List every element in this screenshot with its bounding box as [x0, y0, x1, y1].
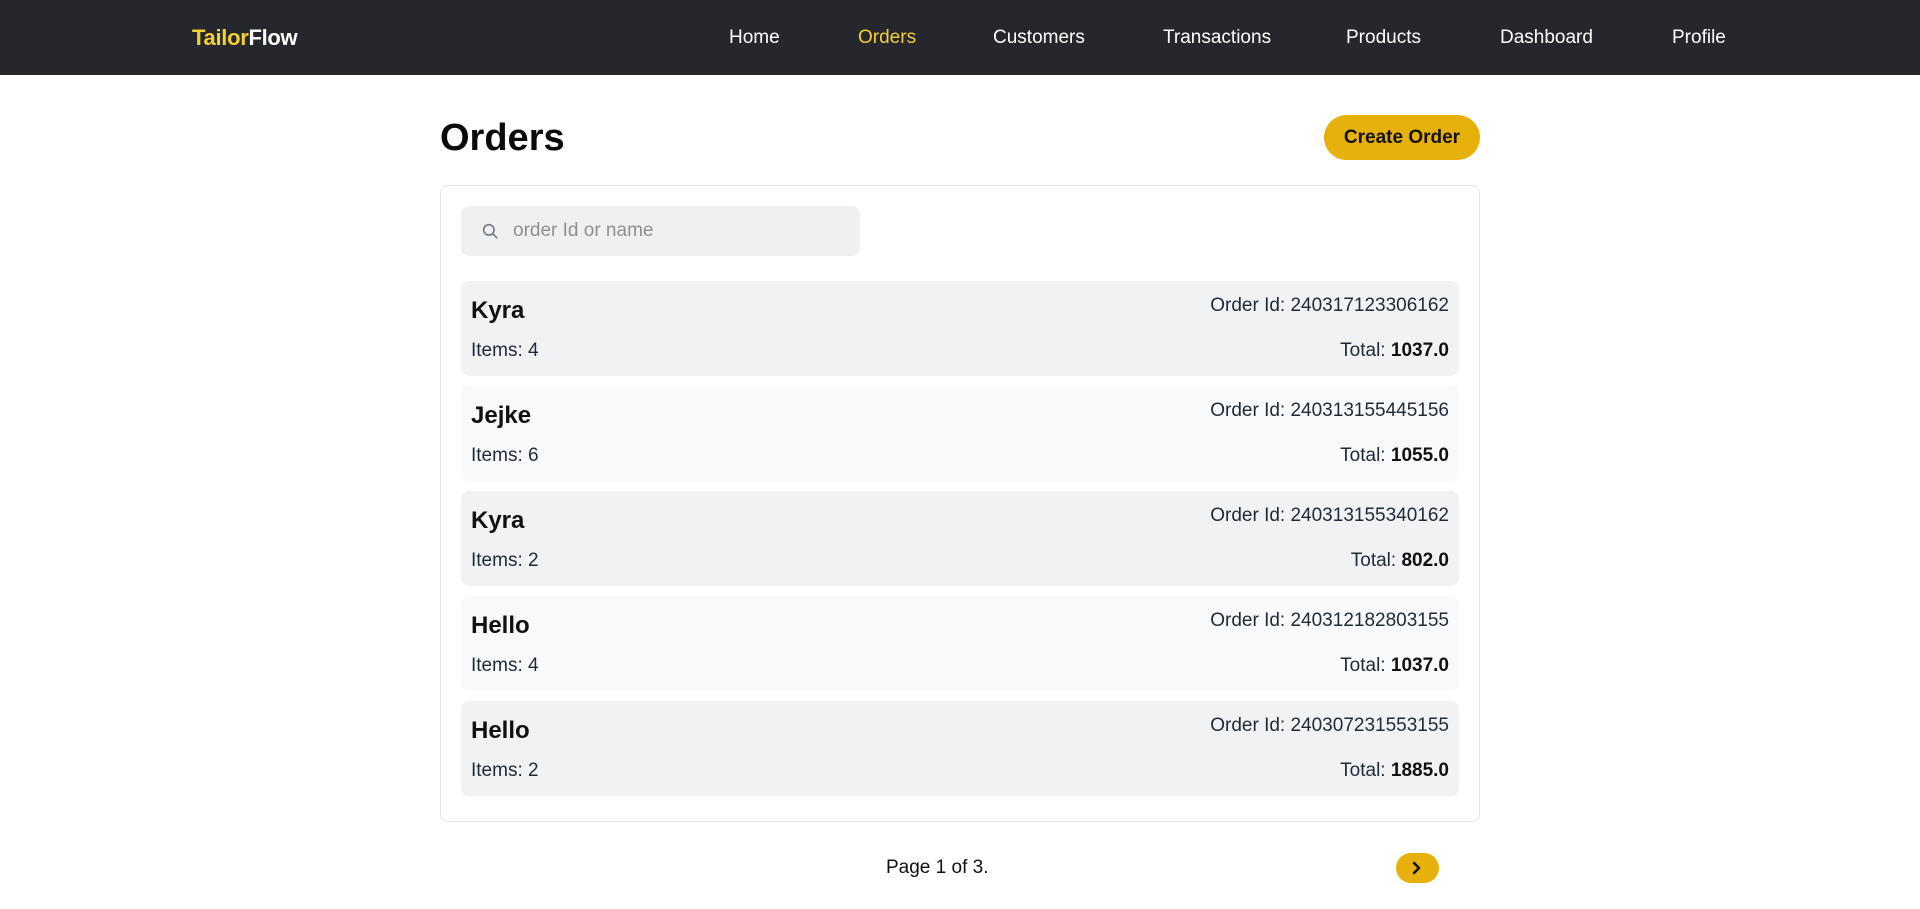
brand-logo-part1: Tailor: [192, 25, 249, 50]
nav-item-orders[interactable]: Orders: [858, 27, 916, 49]
order-id: Order Id: 240313155445156: [1210, 400, 1449, 421]
search-icon: [482, 223, 498, 239]
chevron-right-icon: [1412, 861, 1421, 875]
brand-logo-part2: Flow: [248, 25, 298, 50]
order-total: Total: 1055.0: [1340, 445, 1449, 467]
nav-item-transactions[interactable]: Transactions: [1163, 27, 1271, 49]
order-customer-name: Hello: [471, 612, 530, 639]
order-total-label: Total:: [1340, 340, 1391, 361]
search-box[interactable]: [461, 206, 860, 256]
order-total: Total: 802.0: [1351, 550, 1449, 572]
brand-logo[interactable]: TailorFlow: [192, 25, 298, 51]
order-row[interactable]: Hello Order Id: 240312182803155 Items: 4…: [461, 596, 1459, 691]
order-row[interactable]: Kyra Order Id: 240317123306162 Items: 4 …: [461, 281, 1459, 376]
order-items-count: Items: 4: [471, 340, 539, 361]
search-input[interactable]: [513, 206, 843, 256]
order-total-value: 1037.0: [1390, 655, 1449, 676]
order-total: Total: 1885.0: [1340, 760, 1449, 782]
order-customer-name: Kyra: [471, 507, 525, 534]
order-id: Order Id: 240307231553155: [1210, 715, 1449, 736]
order-customer-name: Kyra: [471, 297, 525, 324]
nav-item-customers[interactable]: Customers: [993, 27, 1085, 49]
order-row[interactable]: Jejke Order Id: 240313155445156 Items: 6…: [461, 386, 1459, 481]
nav-item-home[interactable]: Home: [729, 27, 780, 49]
nav-item-profile[interactable]: Profile: [1672, 27, 1726, 49]
order-total-label: Total:: [1340, 445, 1391, 466]
order-items-count: Items: 6: [471, 445, 539, 466]
order-id: Order Id: 240312182803155: [1210, 610, 1449, 631]
order-total: Total: 1037.0: [1340, 340, 1449, 362]
order-row[interactable]: Hello Order Id: 240307231553155 Items: 2…: [461, 701, 1459, 796]
order-total-value: 1055.0: [1390, 445, 1449, 466]
order-customer-name: Jejke: [471, 402, 532, 429]
nav-item-dashboard[interactable]: Dashboard: [1500, 27, 1593, 49]
order-total-label: Total:: [1340, 655, 1391, 676]
next-page-button[interactable]: [1396, 853, 1439, 883]
order-row[interactable]: Kyra Order Id: 240313155340162 Items: 2 …: [461, 491, 1459, 586]
order-items-count: Items: 2: [471, 760, 539, 781]
order-items-count: Items: 4: [471, 655, 539, 676]
top-navbar: TailorFlow Home Orders Customers Transac…: [0, 0, 1920, 75]
nav-item-products[interactable]: Products: [1346, 27, 1421, 49]
order-total-value: 802.0: [1401, 550, 1449, 571]
pagination-status: Page 1 of 3.: [886, 857, 989, 878]
order-total-value: 1037.0: [1390, 340, 1449, 361]
page-title: Orders: [440, 117, 565, 159]
order-total-value: 1885.0: [1390, 760, 1449, 781]
order-total: Total: 1037.0: [1340, 655, 1449, 677]
order-id: Order Id: 240317123306162: [1210, 295, 1449, 316]
order-total-label: Total:: [1350, 550, 1402, 571]
order-id: Order Id: 240313155340162: [1210, 505, 1449, 526]
order-items-count: Items: 2: [471, 550, 539, 571]
create-order-button[interactable]: Create Order: [1324, 115, 1480, 160]
order-customer-name: Hello: [471, 717, 530, 744]
order-total-label: Total:: [1340, 760, 1391, 781]
